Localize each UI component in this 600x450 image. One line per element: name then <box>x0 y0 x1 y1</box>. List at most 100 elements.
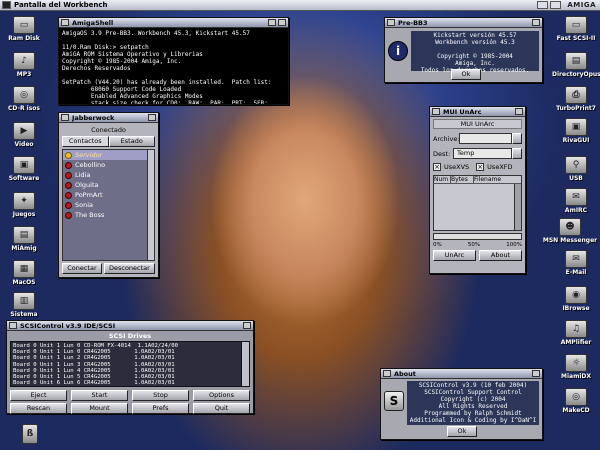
contact-list[interactable]: Servidor Cebollino Lidia Olguita PoPmArt… <box>62 149 155 261</box>
contact-item[interactable]: The Boss <box>63 210 154 220</box>
desktop-icon-directoryopus[interactable]: ▤ DirectoryOpus <box>552 52 600 78</box>
desktop-icon-sistema[interactable]: ▥ Sistema <box>2 292 46 318</box>
contact-item[interactable]: PoPmArt <box>63 190 154 200</box>
unarc-window[interactable]: MUI UnArc MUI UnArc Archive: Dest: Temp … <box>429 106 526 274</box>
close-icon[interactable] <box>61 114 69 121</box>
stop-button[interactable]: Stop <box>132 390 189 401</box>
info-icon: i <box>388 41 408 61</box>
usexvs-checkbox[interactable]: × <box>433 163 441 171</box>
desktop-icon-software[interactable]: ▣ Software <box>2 156 46 182</box>
desktop-icon-rivagui[interactable]: ▣ RivaGUI <box>552 118 600 144</box>
desktop-icon-trash[interactable]: ß <box>8 424 52 445</box>
desktop-icon-makecd[interactable]: ◎ MakeCD <box>552 388 600 414</box>
connection-status: Conectado <box>91 126 126 134</box>
contact-item[interactable]: Sonia <box>63 200 154 210</box>
desktop-icon-turboprint[interactable]: ⎙ TurboPrint7 <box>552 86 600 112</box>
desktop-icon-miamidx[interactable]: ☼ MiamiDX <box>552 354 600 380</box>
scsicontrol-window[interactable]: SCSIControl v3.9 IDE/SCSI SCSI Drives Bo… <box>6 320 254 414</box>
trash-icon: ß <box>22 424 38 444</box>
drive-row[interactable]: Board 0 Unit 6 Lun 6 CR4G2005 1.0A02/03/… <box>13 380 247 386</box>
col-bytes[interactable]: Bytes <box>451 176 474 183</box>
desktop-icon-usb[interactable]: ⚲ USB <box>552 156 600 182</box>
desktop-icon-macos[interactable]: ▦ MacOS <box>2 260 46 286</box>
contact-scrollbar[interactable] <box>147 150 154 260</box>
jabberwocky-titlebar[interactable]: Jabberwock <box>59 113 158 123</box>
contact-item[interactable]: Olguita <box>63 180 154 190</box>
jabberwocky-window[interactable]: Jabberwock Conectado Contactos Estado Se… <box>58 112 159 278</box>
desktop-icon-ramdisk[interactable]: ▭ Ram Disk <box>2 16 46 42</box>
about-scsicontrol-titlebar[interactable]: About <box>381 369 542 379</box>
desktop-icon-amirc[interactable]: ✉ AmIRC <box>552 188 600 214</box>
unarc-button[interactable]: UnArc <box>433 250 476 261</box>
desktop-icon-amplifier[interactable]: ♫ AMPlifier <box>552 320 600 346</box>
file-list[interactable]: Num Bytes Filename <box>433 175 522 231</box>
drive-list-scrollbar[interactable] <box>241 342 249 386</box>
quit-button[interactable]: Quit <box>193 403 250 414</box>
progress-0: 0% <box>433 242 442 248</box>
tab-contactos[interactable]: Contactos <box>62 136 109 147</box>
tab-estado[interactable]: Estado <box>108 136 155 147</box>
col-num[interactable]: Num <box>434 176 451 183</box>
start-button[interactable]: Start <box>71 390 128 401</box>
prefs-button[interactable]: Prefs <box>132 403 189 414</box>
shell-window[interactable]: AmigaShell AmigaOS 3.9 Pre-BB3. Workbenc… <box>58 17 289 105</box>
miamig-icon: ▤ <box>13 226 35 244</box>
desktop-icon-video[interactable]: ▶ Video <box>2 122 46 148</box>
desktop-icon-cdrisos[interactable]: ◎ CD-R isos <box>2 86 46 112</box>
scsi-drive-list[interactable]: Board 0 Unit 1 Lun 0 CD-ROM FX-4014 1.1A… <box>10 341 250 387</box>
desktop-icon-mp3[interactable]: ♪ MP3 <box>2 52 46 78</box>
eject-button[interactable]: Eject <box>10 390 67 401</box>
screen-depth-button[interactable] <box>537 1 549 9</box>
dest-input[interactable]: Temp <box>453 148 512 159</box>
desktop-icon-ibrowse[interactable]: ◉ IBrowse <box>552 286 600 312</box>
depth-icon[interactable] <box>515 108 523 115</box>
depth-icon[interactable] <box>532 19 540 26</box>
desktop-icon-msn[interactable]: ☻ MSN Messenger <box>540 218 600 244</box>
ok-button[interactable]: Ok <box>447 426 477 437</box>
contact-item[interactable]: Servidor <box>63 150 154 160</box>
connect-button[interactable]: Conectar <box>62 263 102 274</box>
desktop-icon-juegos[interactable]: ✦ Juegos <box>2 192 46 218</box>
close-icon[interactable] <box>432 108 440 115</box>
close-icon[interactable] <box>61 19 69 26</box>
disconnect-button[interactable]: Desconectar <box>103 263 155 274</box>
file-list-scrollbar[interactable] <box>514 184 521 230</box>
desktop-icon-fastscsi[interactable]: ▭ Fast SCSI-II <box>552 16 600 42</box>
offline-status-icon <box>65 201 72 209</box>
scsicontrol-titlebar[interactable]: SCSIControl v3.9 IDE/SCSI <box>7 321 253 331</box>
shell-output[interactable]: AmigaOS 3.9 Pre-BB3. Workbench 45.3, Kic… <box>59 28 288 104</box>
depth-icon[interactable] <box>532 370 540 377</box>
screen-menu-icon[interactable] <box>2 1 11 9</box>
close-icon[interactable] <box>387 19 395 26</box>
scsicontrol-logo-icon: S <box>384 391 404 411</box>
depth-icon[interactable] <box>278 19 286 26</box>
screen-cycle-button[interactable] <box>550 1 562 9</box>
depth-icon[interactable] <box>148 114 156 121</box>
about-workbench-window[interactable]: Pre-BB3 i Kickstart versión 45.57 Workbe… <box>384 17 543 83</box>
archive-browse-button[interactable] <box>512 133 522 144</box>
desktop-icon-email[interactable]: ✉ E-Mail <box>552 250 600 276</box>
about-scsicontrol-window[interactable]: About S SCSIControl v3.9 (10 feb 2004) S… <box>380 368 543 440</box>
unarc-titlebar[interactable]: MUI UnArc <box>430 107 525 117</box>
close-icon[interactable] <box>383 370 391 377</box>
about-button[interactable]: About <box>479 250 522 261</box>
options-button[interactable]: Options <box>193 390 250 401</box>
amirc-icon: ✉ <box>565 188 587 206</box>
progress-bar <box>433 233 522 240</box>
desktop-icon-miamig[interactable]: ▤ MiAmig <box>2 226 46 252</box>
zoom-icon[interactable] <box>268 19 276 26</box>
usexfd-checkbox[interactable]: × <box>476 163 485 171</box>
col-filename[interactable]: Filename <box>474 176 521 183</box>
mount-button[interactable]: Mount <box>71 403 128 414</box>
shell-titlebar[interactable]: AmigaShell <box>59 18 288 28</box>
ok-button[interactable]: Ok <box>451 69 481 80</box>
offline-status-icon <box>65 171 72 179</box>
contact-item[interactable]: Cebollino <box>63 160 154 170</box>
contact-item[interactable]: Lidia <box>63 170 154 180</box>
depth-icon[interactable] <box>243 322 251 329</box>
archive-input[interactable] <box>459 133 512 144</box>
dest-browse-button[interactable] <box>512 148 522 159</box>
about-workbench-titlebar[interactable]: Pre-BB3 <box>385 18 542 28</box>
rescan-button[interactable]: Rescan <box>10 403 67 414</box>
close-icon[interactable] <box>9 322 17 329</box>
